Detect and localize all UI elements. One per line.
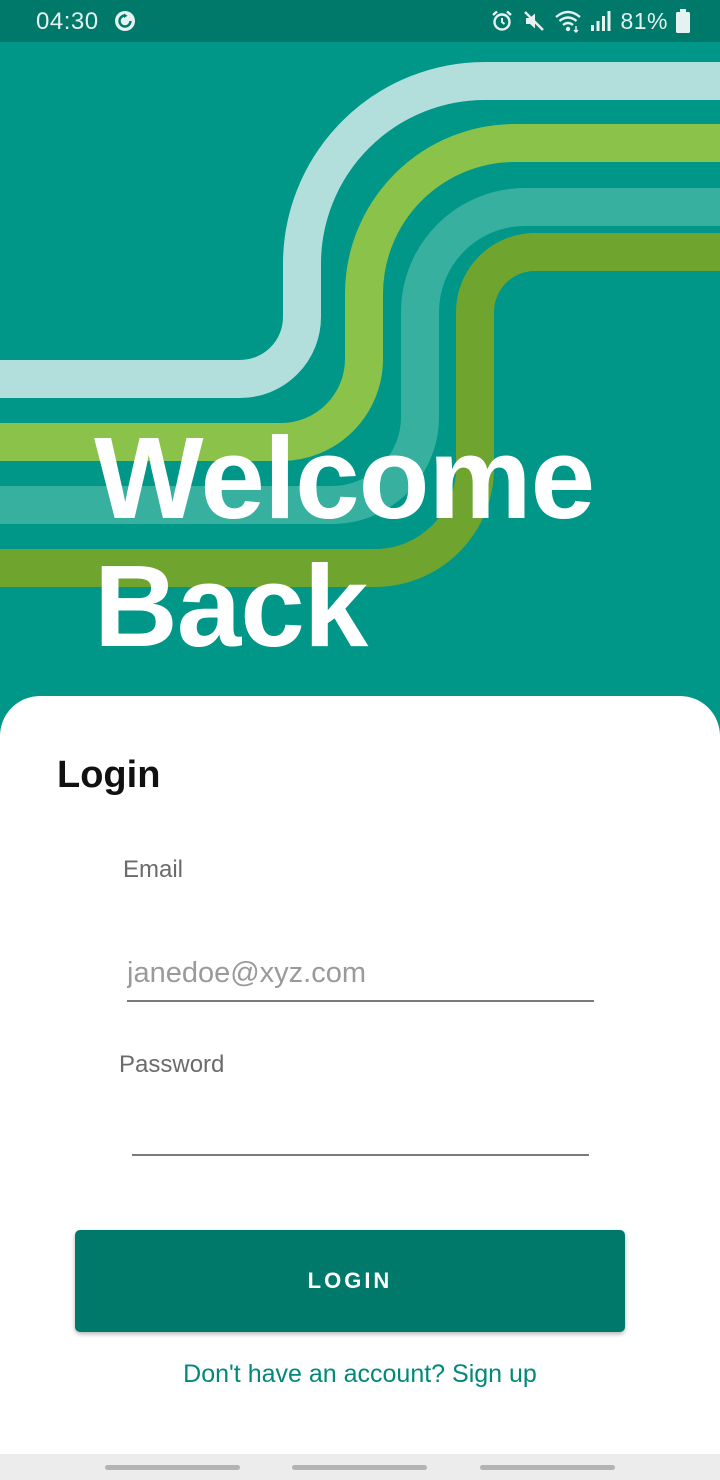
login-heading: Login [57,754,161,796]
login-button[interactable]: LOGIN [75,1230,625,1332]
wifi-icon [555,10,582,33]
battery-icon [676,9,690,33]
email-input[interactable] [127,954,594,1002]
sync-icon [115,11,135,31]
alarm-icon [492,10,513,31]
password-label: Password [119,1051,225,1078]
nav-recents-button[interactable] [105,1465,240,1470]
nav-back-button[interactable] [480,1465,615,1470]
welcome-title-line2: Back [94,541,368,671]
signup-link[interactable]: Don't have an account? Sign up [0,1360,720,1389]
login-card: Login Email Password LOGIN Don't have an… [0,696,720,1454]
hero-banner: Welcome Back [0,42,720,742]
welcome-title-line1: Welcome [94,413,595,543]
signal-icon [591,11,611,31]
nav-home-button[interactable] [292,1465,427,1470]
password-input[interactable] [132,1106,589,1156]
battery-percent: 81% [620,7,668,34]
system-nav-bar [0,1454,720,1480]
mute-icon [524,11,545,31]
welcome-title: Welcome Back [94,413,595,671]
status-bar: 04:30 81% [0,0,720,42]
email-label: Email [123,856,184,883]
status-time: 04:30 [36,8,99,35]
